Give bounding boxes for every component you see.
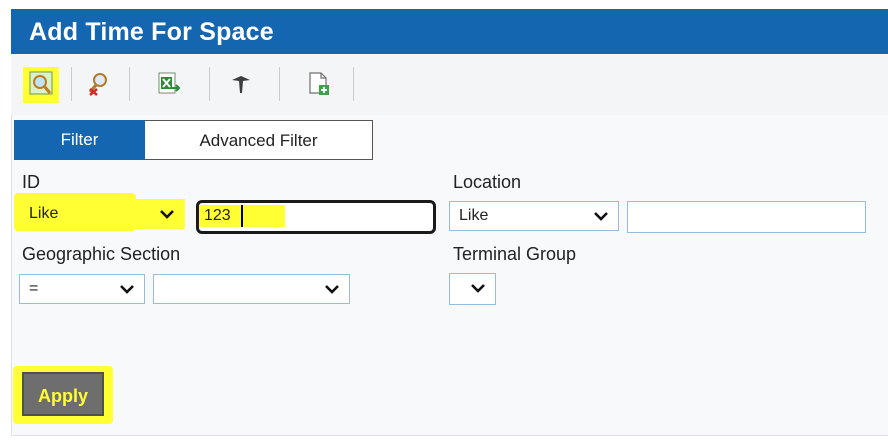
id-operator-value: Like	[29, 205, 59, 222]
geographic-section-label: Geographic Section	[22, 244, 181, 264]
location-input[interactable]	[627, 201, 866, 233]
chevron-down-icon	[160, 210, 174, 219]
export-excel-icon	[158, 72, 181, 94]
search-icon	[29, 71, 53, 95]
id-input[interactable]: 123	[196, 200, 436, 234]
toolbar-separator	[279, 67, 280, 101]
chevron-down-icon	[471, 284, 485, 293]
page-title: Add Time For Space	[29, 18, 274, 46]
geographic-section-value-select[interactable]	[153, 274, 350, 304]
toolbar-separator	[129, 67, 130, 101]
title-bar: Add Time For Space	[11, 9, 888, 54]
toolbar-separator	[353, 67, 354, 101]
new-document-icon	[309, 72, 329, 95]
terminal-group-label: Terminal Group	[453, 244, 577, 264]
tab-filter[interactable]: Filter	[14, 120, 145, 160]
geographic-section-operator-value: =	[29, 280, 39, 297]
location-label: Location	[453, 172, 522, 192]
terminal-group-select[interactable]	[449, 273, 496, 305]
id-label: ID	[22, 172, 40, 192]
chevron-down-icon	[325, 285, 339, 294]
clear-search-button[interactable]	[81, 67, 117, 103]
location-operator-value: Like	[459, 207, 489, 224]
pin-button[interactable]	[223, 67, 259, 103]
chevron-down-icon	[120, 285, 134, 294]
toolbar	[11, 55, 888, 115]
text-caret	[241, 205, 243, 227]
pin-icon	[232, 76, 250, 93]
chevron-down-icon	[594, 212, 608, 221]
tab-advanced-filter[interactable]: Advanced Filter	[145, 120, 373, 160]
id-operator-select[interactable]: Like	[19, 199, 185, 229]
apply-button[interactable]: Apply	[22, 372, 104, 416]
search-button[interactable]	[23, 67, 59, 103]
location-operator-select[interactable]: Like	[449, 201, 619, 231]
geographic-section-operator-select[interactable]: =	[19, 274, 145, 304]
toolbar-separator	[71, 67, 72, 101]
clear-search-icon	[88, 73, 107, 96]
export-excel-button[interactable]	[151, 67, 187, 103]
new-document-button[interactable]	[301, 67, 337, 103]
toolbar-separator	[209, 67, 210, 101]
